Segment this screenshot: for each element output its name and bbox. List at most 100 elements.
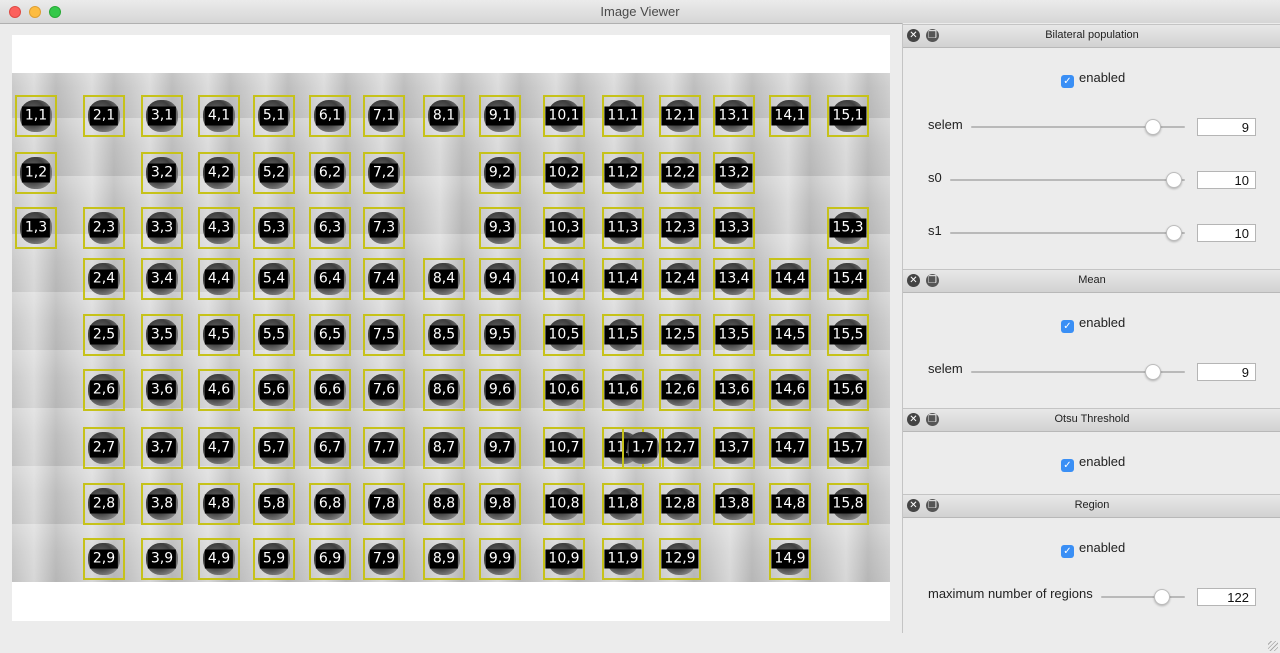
colony-region[interactable]: 8,4 bbox=[423, 258, 465, 300]
colony-region[interactable]: 10,3 bbox=[543, 207, 585, 249]
colony-region[interactable]: 6,9 bbox=[309, 538, 351, 580]
colony-region[interactable]: 2,4 bbox=[83, 258, 125, 300]
mean-selem-input[interactable]: 9 bbox=[1197, 363, 1256, 381]
colony-region[interactable]: 9,3 bbox=[479, 207, 521, 249]
colony-region[interactable]: 15,1 bbox=[827, 95, 869, 137]
colony-region[interactable]: 3,9 bbox=[141, 538, 183, 580]
mean-selem-slider-handle[interactable] bbox=[1145, 364, 1161, 380]
colony-region[interactable]: 14,5 bbox=[769, 314, 811, 356]
colony-region[interactable]: 15,7 bbox=[827, 427, 869, 469]
otsu-enabled-checkbox[interactable]: ✓ enabled bbox=[1061, 454, 1125, 472]
colony-region[interactable]: 9,7 bbox=[479, 427, 521, 469]
colony-region[interactable]: 13,7 bbox=[713, 427, 755, 469]
colony-region[interactable]: 6,5 bbox=[309, 314, 351, 356]
colony-region[interactable]: 13,2 bbox=[713, 152, 755, 194]
colony-region[interactable]: 9,8 bbox=[479, 483, 521, 525]
colony-region[interactable]: 6,8 bbox=[309, 483, 351, 525]
colony-region[interactable]: 10,5 bbox=[543, 314, 585, 356]
colony-region[interactable]: 3,2 bbox=[141, 152, 183, 194]
colony-region[interactable]: 13,8 bbox=[713, 483, 755, 525]
colony-region[interactable]: 2,5 bbox=[83, 314, 125, 356]
region-enabled-checkbox[interactable]: ✓ enabled bbox=[1061, 540, 1125, 558]
colony-region[interactable]: 5,7 bbox=[253, 427, 295, 469]
colony-region[interactable]: 15,6 bbox=[827, 369, 869, 411]
colony-region[interactable]: 2,9 bbox=[83, 538, 125, 580]
colony-region[interactable]: 11,9 bbox=[602, 538, 644, 580]
colony-region[interactable]: 10,7 bbox=[543, 427, 585, 469]
colony-region[interactable]: 13,5 bbox=[713, 314, 755, 356]
colony-region[interactable]: 12,8 bbox=[659, 483, 701, 525]
colony-region[interactable]: 4,9 bbox=[198, 538, 240, 580]
colony-region[interactable]: 6,2 bbox=[309, 152, 351, 194]
colony-region[interactable]: 3,8 bbox=[141, 483, 183, 525]
colony-region[interactable]: 10,8 bbox=[543, 483, 585, 525]
colony-region[interactable]: 12,7 bbox=[659, 427, 701, 469]
colony-region[interactable]: 14,9 bbox=[769, 538, 811, 580]
colony-region[interactable]: 7,8 bbox=[363, 483, 405, 525]
mean-enabled-checkbox[interactable]: ✓ enabled bbox=[1061, 315, 1125, 333]
colony-region[interactable]: 7,9 bbox=[363, 538, 405, 580]
colony-region[interactable]: 5,2 bbox=[253, 152, 295, 194]
colony-region[interactable]: 13,4 bbox=[713, 258, 755, 300]
bilateral-s0-slider-handle[interactable] bbox=[1166, 172, 1182, 188]
colony-region[interactable]: 6,1 bbox=[309, 95, 351, 137]
colony-region[interactable]: 11,5 bbox=[602, 314, 644, 356]
colony-region[interactable]: 12,2 bbox=[659, 152, 701, 194]
colony-region[interactable]: 10,4 bbox=[543, 258, 585, 300]
bilateral-s0-slider-track[interactable] bbox=[950, 179, 1185, 181]
bilateral-enabled-checkbox[interactable]: ✓ enabled bbox=[1061, 70, 1125, 88]
colony-region[interactable]: 14,8 bbox=[769, 483, 811, 525]
bilateral-selem-slider-handle[interactable] bbox=[1145, 119, 1161, 135]
colony-region[interactable]: 6,6 bbox=[309, 369, 351, 411]
colony-region[interactable]: 9,1 bbox=[479, 95, 521, 137]
colony-region[interactable]: 3,3 bbox=[141, 207, 183, 249]
colony-region[interactable]: 7,7 bbox=[363, 427, 405, 469]
colony-region[interactable]: 14,4 bbox=[769, 258, 811, 300]
region-max-regions-slider-track[interactable] bbox=[1101, 596, 1185, 598]
colony-region[interactable]: 1,3 bbox=[15, 207, 57, 249]
colony-region[interactable]: 15,5 bbox=[827, 314, 869, 356]
bilateral-s1-input[interactable]: 10 bbox=[1197, 224, 1256, 242]
colony-region[interactable]: 9,5 bbox=[479, 314, 521, 356]
colony-region[interactable]: 8,7 bbox=[423, 427, 465, 469]
colony-region[interactable]: 4,3 bbox=[198, 207, 240, 249]
colony-region[interactable]: 7,1 bbox=[363, 95, 405, 137]
colony-region[interactable]: 11,2 bbox=[602, 152, 644, 194]
colony-region[interactable]: 11,1 bbox=[602, 95, 644, 137]
colony-region[interactable]: 2,1 bbox=[83, 95, 125, 137]
colony-region[interactable]: 3,6 bbox=[141, 369, 183, 411]
colony-region[interactable]: 13,3 bbox=[713, 207, 755, 249]
colony-region[interactable]: 12,5 bbox=[659, 314, 701, 356]
bilateral-selem-input[interactable]: 9 bbox=[1197, 118, 1256, 136]
colony-region[interactable]: 11,3 bbox=[602, 207, 644, 249]
colony-region[interactable]: 9,4 bbox=[479, 258, 521, 300]
colony-region[interactable]: 4,4 bbox=[198, 258, 240, 300]
colony-region[interactable]: 6,7 bbox=[309, 427, 351, 469]
colony-region[interactable]: 7,5 bbox=[363, 314, 405, 356]
colony-region[interactable]: 11,4 bbox=[602, 258, 644, 300]
colony-region[interactable]: 12,9 bbox=[659, 538, 701, 580]
region-max-regions-slider-handle[interactable] bbox=[1154, 589, 1170, 605]
colony-region[interactable]: 9,2 bbox=[479, 152, 521, 194]
colony-region[interactable]: 4,8 bbox=[198, 483, 240, 525]
colony-region[interactable]: 4,6 bbox=[198, 369, 240, 411]
colony-region[interactable]: 15,8 bbox=[827, 483, 869, 525]
resize-grip-icon[interactable] bbox=[1268, 641, 1278, 651]
colony-region[interactable]: 11,6 bbox=[602, 369, 644, 411]
colony-region[interactable]: 5,5 bbox=[253, 314, 295, 356]
colony-region[interactable]: 10,6 bbox=[543, 369, 585, 411]
colony-region[interactable]: 7,4 bbox=[363, 258, 405, 300]
colony-region[interactable]: 12,1 bbox=[659, 95, 701, 137]
colony-region[interactable]: 13,1 bbox=[713, 95, 755, 137]
colony-region[interactable]: 1,1 bbox=[15, 95, 57, 137]
colony-region[interactable]: 13,6 bbox=[713, 369, 755, 411]
colony-region[interactable]: 4,5 bbox=[198, 314, 240, 356]
colony-region[interactable]: 14,7 bbox=[769, 427, 811, 469]
colony-region[interactable]: 6,3 bbox=[309, 207, 351, 249]
colony-region[interactable]: 5,3 bbox=[253, 207, 295, 249]
colony-region[interactable]: 6,4 bbox=[309, 258, 351, 300]
bilateral-s1-slider-handle[interactable] bbox=[1166, 225, 1182, 241]
colony-region[interactable]: 9,9 bbox=[479, 538, 521, 580]
colony-region[interactable]: 2,7 bbox=[83, 427, 125, 469]
colony-region[interactable]: 12,4 bbox=[659, 258, 701, 300]
